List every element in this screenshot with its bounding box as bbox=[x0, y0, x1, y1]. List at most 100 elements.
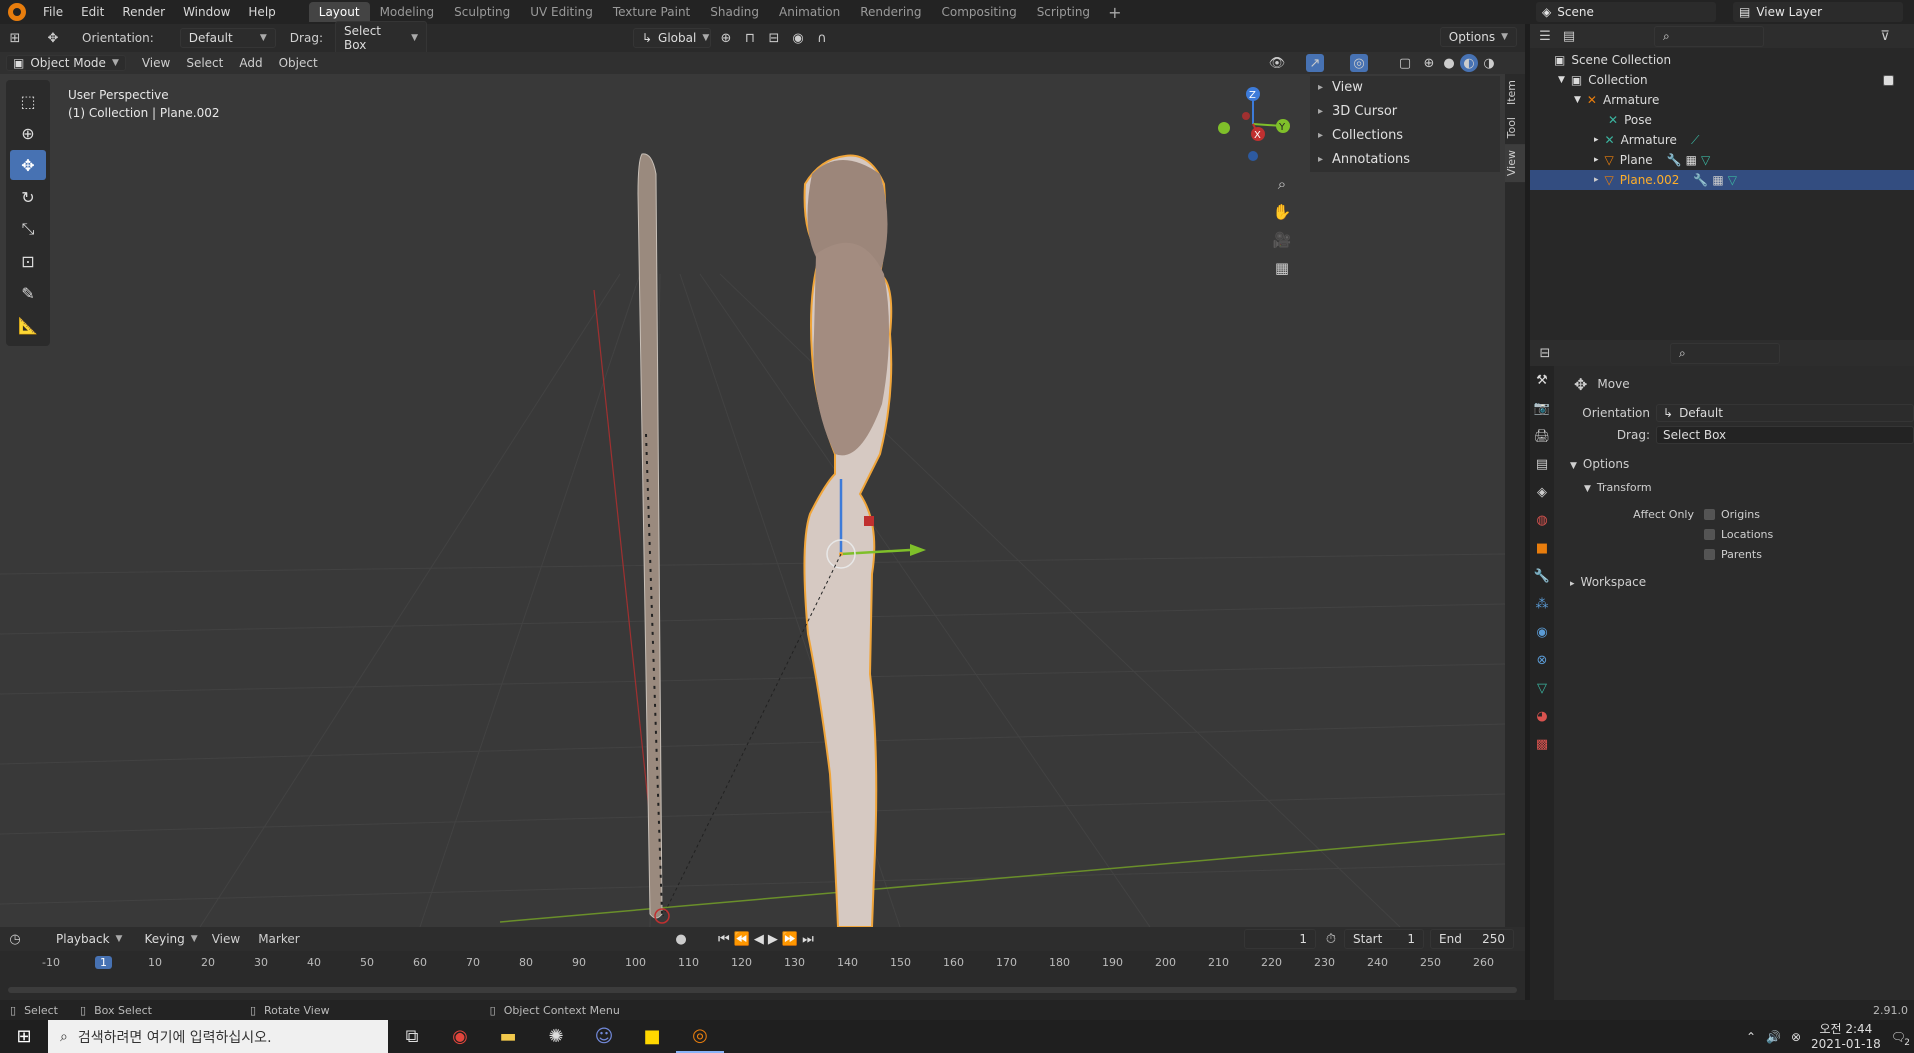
expand-icon[interactable]: ▸ bbox=[1594, 175, 1599, 185]
transform-subpanel-header[interactable]: ▼ Transform bbox=[1564, 476, 1914, 500]
file-explorer-icon[interactable]: ▬ bbox=[484, 1020, 532, 1053]
npanel-view[interactable]: View bbox=[1310, 76, 1500, 100]
scene-tab-icon[interactable]: ◈ bbox=[1530, 478, 1554, 506]
transform-tool-icon[interactable]: ⊡ bbox=[10, 246, 46, 276]
viewport-menu-select[interactable]: Select bbox=[186, 56, 223, 70]
wireframe-shading-icon[interactable]: ⊕ bbox=[1420, 54, 1438, 72]
snap-icon[interactable]: ⊓ bbox=[741, 29, 759, 47]
outliner-search-input[interactable]: ⌕ bbox=[1654, 25, 1764, 47]
taskbar-search-input[interactable]: ⌕ 검색하려면 여기에 입력하십시오. bbox=[48, 1020, 388, 1053]
npanel-annotations[interactable]: Annotations bbox=[1310, 148, 1500, 172]
menu-render[interactable]: Render bbox=[113, 5, 174, 19]
render-tab-icon[interactable]: 📷 bbox=[1530, 394, 1554, 422]
tab-view[interactable]: View bbox=[1505, 144, 1525, 183]
snap-target-icon[interactable]: ⊟ bbox=[765, 29, 783, 47]
windows-start-icon[interactable]: ⊞ bbox=[0, 1020, 48, 1053]
timeline-editor-icon[interactable]: ◷ bbox=[6, 930, 24, 948]
outliner-row[interactable]: ▸ ✕ Armature ⟋ bbox=[1530, 130, 1914, 150]
blender-taskbar-icon[interactable]: ◎ bbox=[676, 1020, 724, 1053]
tab-scripting[interactable]: Scripting bbox=[1027, 2, 1100, 22]
ortho-grid-icon[interactable]: ▦ bbox=[1268, 254, 1296, 282]
pan-hand-icon[interactable]: ✋ bbox=[1268, 198, 1296, 226]
tab-layout[interactable]: Layout bbox=[308, 2, 370, 22]
outliner-row[interactable]: ✕ Pose bbox=[1530, 110, 1914, 130]
network-icon[interactable]: ⊗ bbox=[1791, 1030, 1801, 1044]
timeline-view-menu[interactable]: View bbox=[212, 932, 240, 946]
notification-icon[interactable]: 🗨 2 bbox=[1891, 1030, 1910, 1048]
tab-compositing[interactable]: Compositing bbox=[931, 2, 1026, 22]
3d-viewport[interactable]: ⬚ ⊕ ✥ ↻ ⤡ ⊡ ✎ 📐 User Perspective (1) Col… bbox=[0, 74, 1505, 927]
outliner-row[interactable]: ▣ Scene Collection bbox=[1530, 50, 1914, 70]
measure-tool-icon[interactable]: 📐 bbox=[10, 310, 46, 340]
timeline-marker-menu[interactable]: Marker bbox=[258, 932, 299, 946]
expand-icon[interactable]: ▼ bbox=[1574, 95, 1581, 105]
blender-logo-icon[interactable] bbox=[8, 3, 26, 21]
constraints-tab-icon[interactable]: ⊗ bbox=[1530, 646, 1554, 674]
menu-file[interactable]: File bbox=[34, 5, 72, 19]
playback-controls[interactable]: ⏮⏪◀▶⏩⏭ bbox=[718, 932, 818, 947]
particles-tab-icon[interactable]: ⁂ bbox=[1530, 590, 1554, 618]
modifier-tab-icon[interactable]: 🔧 bbox=[1530, 562, 1554, 590]
chrome-icon[interactable]: ◉ bbox=[436, 1020, 484, 1053]
npanel-collections[interactable]: Collections bbox=[1310, 124, 1500, 148]
drag-dropdown[interactable]: Select Box ▼ bbox=[334, 21, 427, 55]
properties-editor-icon[interactable]: ⊟ bbox=[1536, 344, 1554, 362]
xray-toggle-icon[interactable]: ▢ bbox=[1396, 54, 1414, 72]
menu-edit[interactable]: Edit bbox=[72, 5, 113, 19]
expand-icon[interactable]: ▸ bbox=[1594, 135, 1599, 145]
outliner-row[interactable]: ▼ ✕ Armature bbox=[1530, 90, 1914, 110]
tab-animation[interactable]: Animation bbox=[769, 2, 850, 22]
object-mode-dropdown[interactable]: ▣ Object Mode ▼ bbox=[6, 55, 126, 71]
scale-tool-icon[interactable]: ⤡ bbox=[10, 214, 46, 244]
output-tab-icon[interactable]: 🖨 bbox=[1530, 422, 1554, 450]
orientation-dropdown[interactable]: Default ▼ bbox=[179, 28, 276, 48]
clock[interactable]: 오전 2:44 2021-01-18 bbox=[1811, 1022, 1881, 1052]
scene-selector[interactable]: ◈ Scene bbox=[1536, 2, 1716, 22]
display-mode-icon[interactable]: ▤ bbox=[1560, 27, 1578, 45]
tab-tool[interactable]: Tool bbox=[1505, 111, 1525, 144]
texture-tab-icon[interactable]: ▩ bbox=[1530, 730, 1554, 758]
physics-tab-icon[interactable]: ◉ bbox=[1530, 618, 1554, 646]
pivot-point-icon[interactable]: ⊕ bbox=[717, 29, 735, 47]
drag-dropdown[interactable]: Select Box bbox=[1656, 426, 1914, 444]
expand-icon[interactable]: ▸ bbox=[1594, 155, 1599, 165]
editor-type-icon[interactable]: ⊞ bbox=[6, 29, 24, 47]
discord-icon[interactable]: ☺ bbox=[580, 1020, 628, 1053]
overlays-toggle-icon[interactable]: ◎ bbox=[1350, 54, 1368, 72]
origins-checkbox[interactable] bbox=[1704, 508, 1715, 520]
start-frame-input[interactable]: Start 1 bbox=[1344, 929, 1424, 949]
outliner-row-selected[interactable]: ▸ ▽ Plane.002 🔧 ▦ ▽ bbox=[1530, 170, 1914, 190]
keying-menu[interactable]: Keying ▼ bbox=[136, 930, 205, 948]
menu-window[interactable]: Window bbox=[174, 5, 239, 19]
select-box-tool-icon[interactable]: ⬚ bbox=[10, 86, 46, 116]
transform-orientation-dropdown[interactable]: ↳ Global ▼ bbox=[632, 28, 711, 48]
gizmo-toggle-icon[interactable]: ↗ bbox=[1306, 54, 1324, 72]
workspace-panel-header[interactable]: ▸ Workspace bbox=[1564, 570, 1914, 594]
current-frame-input[interactable]: 1 bbox=[1244, 929, 1316, 949]
menu-help[interactable]: Help bbox=[239, 5, 284, 19]
viewport-menu-add[interactable]: Add bbox=[239, 56, 262, 70]
expand-icon[interactable]: ▼ bbox=[1558, 75, 1565, 85]
mesh-data-tab-icon[interactable]: ▽ bbox=[1530, 674, 1554, 702]
camera-view-icon[interactable]: 🎥 bbox=[1268, 226, 1296, 254]
tab-modeling[interactable]: Modeling bbox=[370, 2, 445, 22]
viewport-menu-view[interactable]: View bbox=[142, 56, 170, 70]
falloff-icon[interactable]: ∩ bbox=[813, 29, 831, 47]
clock-icon[interactable]: ⏱ bbox=[1322, 930, 1340, 948]
playback-menu[interactable]: Playback ▼ bbox=[48, 930, 130, 948]
tab-sculpting[interactable]: Sculpting bbox=[444, 2, 520, 22]
app-icon[interactable]: ✺ bbox=[532, 1020, 580, 1053]
rendered-shading-icon[interactable]: ◑ bbox=[1480, 54, 1498, 72]
tab-item[interactable]: Item bbox=[1505, 74, 1525, 111]
move-tool-icon[interactable]: ✥ bbox=[10, 150, 46, 180]
timeline-scrollbar[interactable] bbox=[8, 987, 1517, 993]
tab-shading[interactable]: Shading bbox=[700, 2, 769, 22]
viewport-menu-object[interactable]: Object bbox=[279, 56, 318, 70]
outliner-row[interactable]: ▼ ▣ Collection bbox=[1530, 70, 1914, 90]
rotate-tool-icon[interactable]: ↻ bbox=[10, 182, 46, 212]
parents-checkbox[interactable] bbox=[1704, 548, 1715, 560]
zoom-icon[interactable]: ⌕ bbox=[1268, 170, 1296, 198]
kakaotalk-icon[interactable]: ■ bbox=[628, 1020, 676, 1053]
tab-texture-paint[interactable]: Texture Paint bbox=[603, 2, 700, 22]
volume-icon[interactable]: 🔊 bbox=[1766, 1030, 1781, 1044]
